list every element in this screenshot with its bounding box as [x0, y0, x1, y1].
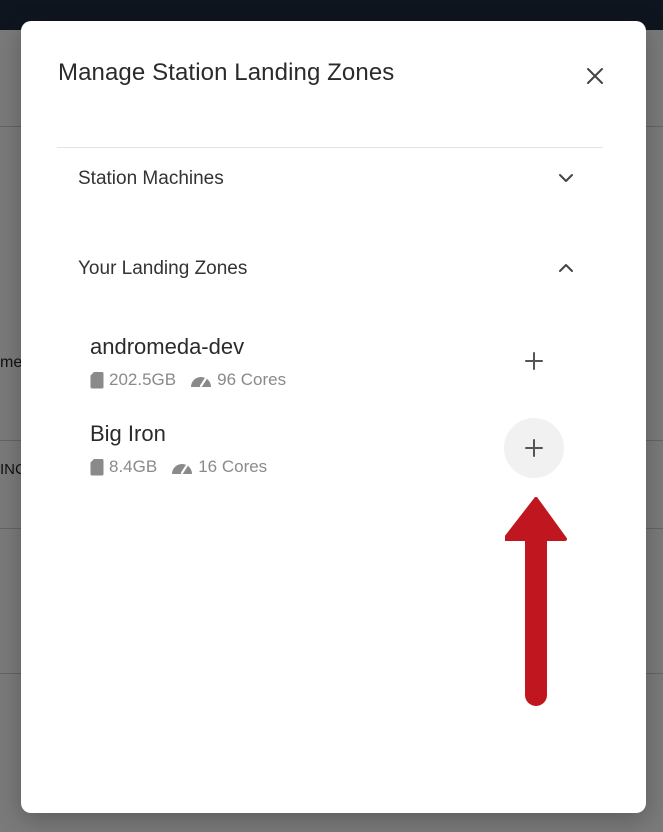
annotation-arrow	[505, 497, 567, 706]
close-button[interactable]	[580, 61, 610, 91]
landing-zone-specs: 202.5GB 96 Cores	[90, 370, 286, 390]
storage-size: 202.5GB	[109, 370, 177, 389]
speedometer-icon	[172, 464, 193, 475]
landing-zone-item: andromeda-dev 202.5GB 96 Cores	[90, 334, 570, 404]
landing-zone-specs: 8.4GB 16 Cores	[90, 457, 267, 477]
plus-icon	[525, 352, 543, 370]
chevron-down-icon	[559, 174, 573, 182]
close-icon	[587, 68, 603, 84]
dialog-title: Manage Station Landing Zones	[58, 59, 395, 86]
section-your-landing-zones[interactable]: Your Landing Zones	[57, 238, 603, 298]
storage-size: 8.4GB	[109, 457, 158, 476]
landing-zones-dialog: Manage Station Landing Zones Station Mac…	[21, 21, 646, 813]
section-label: Your Landing Zones	[78, 258, 248, 279]
sd-card-icon	[90, 459, 104, 476]
landing-zone-item: Big Iron 8.4GB 16 Cores	[90, 421, 570, 491]
speedometer-icon	[191, 377, 212, 388]
section-station-machines[interactable]: Station Machines	[57, 148, 603, 208]
landing-zone-name: andromeda-dev	[90, 334, 245, 359]
core-count: 96 Cores	[217, 370, 287, 389]
sd-card-icon	[90, 372, 104, 389]
core-count: 16 Cores	[198, 457, 268, 476]
add-landing-zone-button[interactable]	[504, 418, 564, 478]
section-label: Station Machines	[78, 168, 224, 189]
landing-zone-name: Big Iron	[90, 421, 166, 446]
plus-icon	[525, 439, 543, 457]
add-landing-zone-button[interactable]	[504, 331, 564, 391]
chevron-up-icon	[559, 264, 573, 272]
